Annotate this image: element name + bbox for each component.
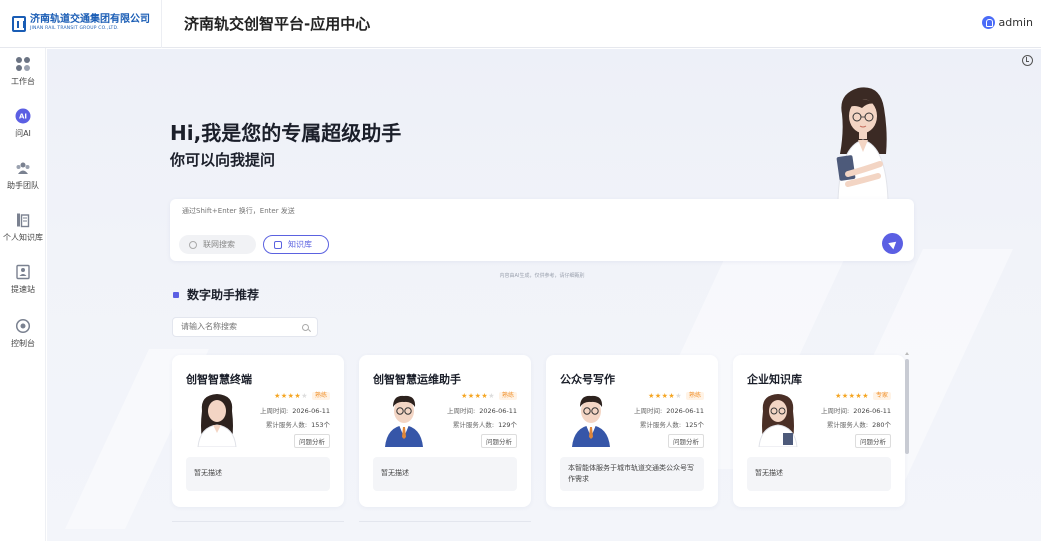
card-tag: 问题分析 xyxy=(668,434,704,448)
assistant-card[interactable]: 公众号写作 ★★★★★ 熟练 上周时间: 2026-06-11 累计服务人数: 12… xyxy=(546,355,718,507)
card-description: 暂无描述 xyxy=(373,457,517,491)
card-description: 暂无描述 xyxy=(186,457,330,491)
level-badge: 专家 xyxy=(872,392,891,400)
search-input[interactable] xyxy=(181,322,297,331)
card-served: 129个 xyxy=(498,421,517,429)
history-icon[interactable] xyxy=(1022,55,1033,66)
card-description: 本智能体服务于城市轨道交通类公众号写作需求 xyxy=(560,457,704,491)
scroll-up-arrow[interactable] xyxy=(905,352,909,355)
sidebar-item-personal-kb[interactable]: 个人知识库 xyxy=(0,212,46,243)
sidebar-item-label: 个人知识库 xyxy=(3,233,43,242)
sidebar: 工作台 AI 问AI 助手团队 个人知识库 提速站 控制台 xyxy=(0,48,46,541)
knowledge-base-label: 知识库 xyxy=(288,240,312,249)
level-badge: 熟练 xyxy=(311,392,330,400)
hero-subtitle: 你可以向我提问 xyxy=(170,151,276,169)
card-date: 2026-06-11 xyxy=(479,407,517,415)
company-logo[interactable]: 济南轨道交通集团有限公司 JINAN RAIL TRANSIT GROUP CO… xyxy=(0,0,162,48)
assistant-card[interactable]: 创智智慧运维助手 ★★★★★ 熟练 上周时间: 2026-06-11 累计服务人数… xyxy=(359,355,531,507)
console-icon xyxy=(15,318,31,334)
rating-stars: ★★★★★ xyxy=(648,391,682,400)
last-time-label: 上周时间: xyxy=(634,407,663,415)
user-icon xyxy=(981,16,995,29)
assistant-card[interactable]: 企业知识库 ★★★★★ 专家 上周时间: 2026-06-11 累计服务人数: 28… xyxy=(733,355,905,507)
sidebar-item-team[interactable]: 助手团队 xyxy=(0,160,46,191)
last-time-label: 上周时间: xyxy=(260,407,289,415)
send-button[interactable] xyxy=(882,233,903,254)
main-content: Hi,我是您的专属超级助手 你可以向我提问 联网搜索 知识库 内容由AI生成，仅… xyxy=(47,49,1041,541)
sidebar-item-label: 控制台 xyxy=(11,339,35,348)
card-title: 企业知识库 xyxy=(747,373,802,386)
sidebar-item-label: 提速站 xyxy=(11,285,35,294)
book-icon xyxy=(274,240,282,249)
served-label: 累计服务人数: xyxy=(639,421,682,429)
station-icon xyxy=(15,264,31,280)
svg-text:AI: AI xyxy=(19,113,27,121)
rating-stars: ★★★★★ xyxy=(274,391,308,400)
logo-icon xyxy=(12,15,26,32)
search-icon[interactable] xyxy=(302,324,309,331)
chat-box: 联网搜索 知识库 xyxy=(170,199,914,261)
sidebar-item-label: 助手团队 xyxy=(7,181,39,190)
card-date: 2026-06-11 xyxy=(666,407,704,415)
grid-icon xyxy=(15,56,31,72)
top-header: 济南轨道交通集团有限公司 JINAN RAIL TRANSIT GROUP CO… xyxy=(0,0,1041,48)
served-label: 累计服务人数: xyxy=(826,421,869,429)
section-title-text: 数字助手推荐 xyxy=(187,288,260,302)
card-title: 公众号写作 xyxy=(560,373,615,386)
assistant-illustration xyxy=(836,87,889,200)
card-tag: 问题分析 xyxy=(294,434,330,448)
chat-input[interactable] xyxy=(182,207,822,215)
username: admin xyxy=(998,16,1033,29)
user-menu[interactable]: admin xyxy=(981,16,1033,29)
next-row-card-edge xyxy=(172,521,344,522)
card-title: 创智智慧终端 xyxy=(186,373,252,386)
ai-disclaimer: 内容由AI生成，仅供参考，请仔细甄别 xyxy=(499,273,585,279)
last-time-label: 上周时间: xyxy=(821,407,850,415)
card-served: 125个 xyxy=(685,421,704,429)
knowledge-base-toggle[interactable]: 知识库 xyxy=(263,235,329,254)
library-icon xyxy=(15,212,31,228)
assistant-search xyxy=(172,317,318,337)
next-row-card-edge xyxy=(359,521,531,522)
card-served: 280个 xyxy=(872,421,891,429)
level-badge: 熟练 xyxy=(498,392,517,400)
level-badge: 熟练 xyxy=(685,392,704,400)
team-icon xyxy=(15,160,31,176)
section-title: 数字助手推荐 xyxy=(173,286,259,303)
rating-stars: ★★★★★ xyxy=(835,391,869,400)
web-search-label: 联网搜索 xyxy=(203,240,235,249)
sidebar-item-station[interactable]: 提速站 xyxy=(0,264,46,295)
hero-title: Hi,我是您的专属超级助手 xyxy=(170,121,402,145)
ai-icon: AI xyxy=(15,108,31,124)
sidebar-item-workbench[interactable]: 工作台 xyxy=(0,56,46,87)
rating-stars: ★★★★★ xyxy=(461,391,495,400)
card-title: 创智智慧运维助手 xyxy=(373,373,461,386)
assistant-card[interactable]: 创智智慧终端 ★★★★★ 熟练 上周时间: 2026-06-11 累计服务人数: 1… xyxy=(172,355,344,507)
cards-scrollbar[interactable] xyxy=(905,359,909,454)
logo-text-cn: 济南轨道交通集团有限公司 xyxy=(30,14,150,26)
globe-icon xyxy=(189,240,197,249)
card-description: 暂无描述 xyxy=(747,457,891,491)
section-marker-icon xyxy=(173,291,179,298)
served-label: 累计服务人数: xyxy=(265,421,308,429)
sidebar-item-ask-ai[interactable]: AI 问AI xyxy=(0,108,46,139)
card-tag: 问题分析 xyxy=(855,434,891,448)
web-search-toggle[interactable]: 联网搜索 xyxy=(179,235,256,254)
served-label: 累计服务人数: xyxy=(452,421,495,429)
last-time-label: 上周时间: xyxy=(447,407,476,415)
card-served: 153个 xyxy=(311,421,330,429)
logo-text-en: JINAN RAIL TRANSIT GROUP CO.,LTD. xyxy=(30,26,119,32)
card-date: 2026-06-11 xyxy=(853,407,891,415)
card-date: 2026-06-11 xyxy=(292,407,330,415)
sidebar-item-label: 问AI xyxy=(15,129,31,138)
app-title: 济南轨交创智平台-应用中心 xyxy=(184,15,371,33)
card-tag: 问题分析 xyxy=(481,434,517,448)
sidebar-item-console[interactable]: 控制台 xyxy=(0,318,46,349)
sidebar-item-label: 工作台 xyxy=(11,77,35,86)
